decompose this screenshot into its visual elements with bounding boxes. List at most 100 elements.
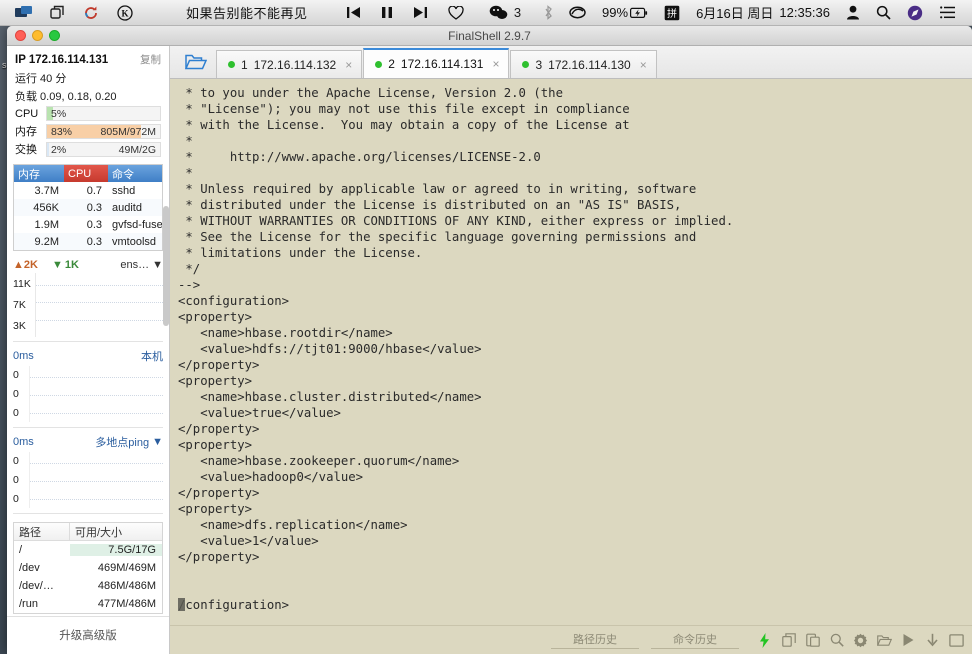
tab-host: 172.16.114.131	[400, 57, 484, 71]
finalshell-window: FinalShell 2.9.7 IP 172.16.114.131 复制 运行…	[7, 26, 972, 654]
network-interface-selector[interactable]: ens… ▼	[120, 259, 163, 271]
battery-icon	[630, 7, 648, 18]
status-dot	[522, 61, 530, 68]
process-table-header: 内存 CPU 命令	[14, 165, 162, 182]
lightning-icon[interactable]	[757, 632, 772, 648]
disk-path: /	[19, 544, 23, 556]
table-row[interactable]: /dev 469M/469M	[14, 559, 162, 577]
control-center-icon[interactable]	[931, 0, 964, 26]
upload-arrow-icon: ▲	[13, 259, 24, 271]
download-icon[interactable]	[925, 633, 940, 648]
ping-multi-latency: 0ms	[13, 436, 34, 448]
download-arrow-icon: ▼	[51, 259, 63, 271]
disk-size: 477M/486M	[97, 598, 156, 610]
table-row[interactable]: 3.7M 0.7 sshd	[14, 182, 162, 199]
window-titlebar[interactable]: FinalShell 2.9.7	[7, 26, 972, 46]
process-table: 内存 CPU 命令 3.7M 0.7 sshd 456K 0.3 auditd	[13, 164, 163, 251]
input-method-icon[interactable]: 拼	[656, 0, 688, 26]
disk-size: 469M/469M	[97, 562, 156, 574]
duplicate-icon[interactable]	[41, 0, 74, 26]
session-tab[interactable]: 1 172.16.114.132 ×	[216, 50, 363, 78]
user-icon[interactable]	[838, 0, 868, 26]
table-row[interactable]: / 7.5G/17G	[14, 541, 162, 559]
session-tab[interactable]: 3 172.16.114.130 ×	[510, 50, 657, 78]
terminal-cursor-line: /configuration>	[178, 598, 290, 612]
bluetooth-icon[interactable]	[535, 0, 561, 26]
network-traffic-panel: ▲ 2K ▼ 1K ens… ▼ 11K 7K 3K	[13, 259, 163, 342]
path-history-input[interactable]: 路径历史	[551, 631, 639, 649]
process-memory: 3.7M	[34, 184, 59, 197]
ping-ytick: 0	[13, 369, 19, 382]
ping-local-header: 0ms 本机	[13, 348, 163, 364]
network-ytick: 7K	[13, 298, 26, 311]
copy-icon[interactable]	[781, 633, 796, 648]
ping-multi-selector[interactable]: 多地点ping ▼	[95, 434, 163, 450]
battery-status[interactable]: 99%	[594, 0, 656, 26]
network-chart-plot	[35, 273, 163, 337]
pause-icon[interactable]	[381, 0, 393, 26]
next-track-icon[interactable]	[413, 0, 428, 26]
table-row[interactable]: 1.9M 0.3 gvfsd-fuse	[14, 216, 162, 233]
chevron-down-icon: ▼	[152, 436, 163, 448]
search-icon[interactable]	[829, 633, 844, 648]
window-icon[interactable]	[949, 633, 964, 648]
table-row[interactable]: 456K 0.3 auditd	[14, 199, 162, 216]
process-command: vmtoolsd	[112, 235, 157, 248]
cpu-meter-label: CPU	[15, 107, 39, 120]
screen-icon[interactable]	[6, 0, 41, 26]
memory-meter: 83% 805M/972M	[46, 123, 161, 139]
menubar-date[interactable]: 6月16日 周日	[688, 0, 779, 26]
close-button[interactable]	[15, 30, 26, 41]
ping-ytick: 0	[13, 492, 19, 505]
session-tab-active[interactable]: 2 172.16.114.131 ×	[363, 48, 510, 78]
play-icon[interactable]	[901, 633, 916, 648]
kuwo-icon[interactable]: K	[108, 0, 142, 26]
command-history-input[interactable]: 命令历史	[651, 631, 739, 649]
chevron-down-icon: ▼	[152, 259, 163, 271]
process-cpu: 0.3	[86, 218, 102, 231]
upgrade-premium-button[interactable]: 升级高级版	[49, 625, 127, 645]
folder-upload-icon[interactable]	[877, 633, 892, 648]
process-col-command[interactable]: 命令	[108, 165, 162, 182]
close-icon[interactable]: ×	[640, 58, 647, 72]
close-icon[interactable]: ×	[492, 57, 499, 71]
cpu-meter: 5%	[46, 106, 161, 121]
tab-index: 1	[241, 57, 248, 72]
gear-icon[interactable]	[853, 633, 868, 648]
sidebar-scrollbar[interactable]	[163, 206, 169, 326]
paste-icon[interactable]	[805, 633, 820, 648]
table-row[interactable]: /dev/… 486M/486M	[14, 577, 162, 595]
process-col-cpu[interactable]: CPU	[64, 165, 108, 182]
prev-track-icon[interactable]	[346, 0, 361, 26]
window-controls[interactable]	[15, 30, 60, 41]
ping-multi-yaxis: 0 0 0	[13, 452, 29, 508]
table-row[interactable]: 9.2M 0.3 vmtoolsd	[14, 233, 162, 250]
dropbox-icon[interactable]	[561, 0, 594, 26]
process-cpu: 0.3	[86, 235, 102, 248]
network-chart: 11K 7K 3K	[13, 273, 163, 337]
server-monitor-sidebar: IP 172.16.114.131 复制 运行 40 分 负载 0.09, 0.…	[7, 46, 170, 654]
refresh-icon[interactable]	[74, 0, 108, 26]
wechat-icon[interactable]	[481, 0, 512, 26]
copy-ip-button[interactable]: 复制	[140, 52, 161, 67]
heart-icon[interactable]	[447, 0, 464, 26]
open-folder-icon[interactable]	[176, 45, 216, 78]
process-command: sshd	[112, 184, 136, 197]
close-icon[interactable]: ×	[345, 58, 352, 72]
disk-col-size[interactable]: 可用/大小	[70, 523, 162, 540]
disk-col-path[interactable]: 路径	[14, 523, 70, 540]
window-title: FinalShell 2.9.7	[448, 28, 531, 43]
process-col-memory[interactable]: 内存	[14, 165, 64, 182]
spotlight-icon[interactable]	[899, 0, 931, 26]
ping-local-source-label: 本机	[141, 351, 163, 363]
menubar-time[interactable]: 12:35:36	[779, 0, 838, 26]
server-ip-row: IP 172.16.114.131 复制	[7, 46, 169, 69]
minimize-button[interactable]	[32, 30, 43, 41]
table-row[interactable]: /run 477M/486M	[14, 595, 162, 613]
search-icon[interactable]	[868, 0, 899, 26]
wechat-badge-count: 3	[513, 5, 522, 20]
maximize-button[interactable]	[49, 30, 60, 41]
memory-meter-percent: 83%	[51, 125, 73, 138]
ping-local-chart: 0 0 0	[13, 366, 163, 422]
terminal-output[interactable]: * to you under the Apache License, Versi…	[170, 79, 972, 625]
